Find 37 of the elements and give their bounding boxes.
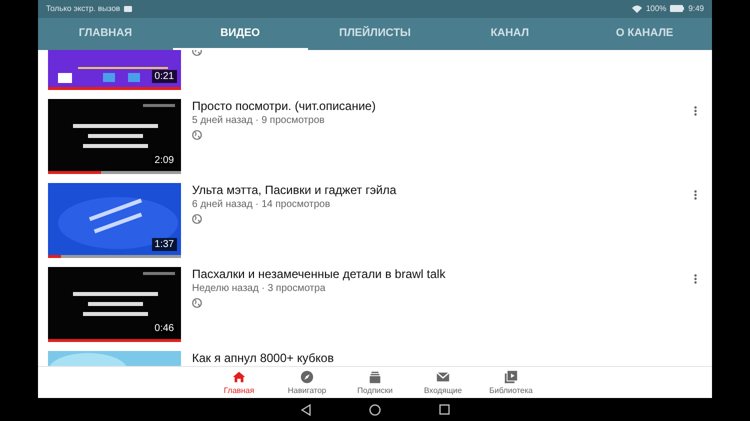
video-title[interactable]: Просто посмотри. (чит.описание) bbox=[192, 98, 376, 113]
nav-item[interactable]: Подписки bbox=[343, 367, 407, 398]
tab[interactable]: ПЛЕЙЛИСТЫ bbox=[308, 18, 442, 50]
nav-item[interactable]: Главная bbox=[207, 367, 271, 398]
battery-icon bbox=[670, 5, 684, 12]
carrier-text: Только экстр. вызов bbox=[46, 4, 120, 14]
library-icon bbox=[504, 370, 518, 384]
more-icon[interactable] bbox=[694, 106, 697, 116]
video-meta: 5 дней назад · 9 просмотров bbox=[192, 114, 325, 128]
tab[interactable]: ВИДЕО bbox=[172, 18, 308, 50]
video-meta: 6 дней назад · 14 просмотров bbox=[192, 198, 330, 212]
video-title[interactable]: Ульта мэтта, Пасивки и гаджет гэйла bbox=[192, 182, 396, 197]
nav-item[interactable]: Навигатор bbox=[275, 367, 339, 398]
globe-icon bbox=[192, 298, 202, 308]
nav-item[interactable]: Библиотека bbox=[479, 367, 543, 398]
subscriptions-icon bbox=[368, 370, 382, 384]
video-title[interactable]: Как я апнул 8000+ кубков bbox=[192, 350, 334, 365]
recents-icon[interactable] bbox=[438, 404, 450, 416]
nav-item[interactable]: Входящие bbox=[411, 367, 475, 398]
globe-icon bbox=[192, 214, 202, 224]
compass-icon bbox=[300, 370, 314, 384]
more-icon[interactable] bbox=[694, 274, 697, 284]
battery-percent: 100% bbox=[646, 4, 666, 14]
globe-icon bbox=[192, 130, 202, 140]
more-icon[interactable] bbox=[694, 190, 697, 200]
wifi-icon bbox=[632, 4, 642, 13]
tab[interactable]: О КАНАЛЕ bbox=[577, 18, 712, 50]
clock-time: 9:49 bbox=[688, 4, 704, 14]
home-icon bbox=[232, 370, 246, 384]
tab[interactable]: ГЛАВНАЯ bbox=[38, 18, 173, 50]
back-icon[interactable] bbox=[300, 404, 310, 416]
mail-icon bbox=[436, 370, 450, 384]
home-button-icon[interactable] bbox=[368, 404, 380, 416]
tab[interactable]: КАНАЛ bbox=[442, 18, 578, 50]
video-meta: Неделю назад · 3 просмотра bbox=[192, 282, 326, 296]
notification-icon bbox=[124, 6, 132, 12]
video-title[interactable]: Пасхалки и незамеченные детали в brawl talk bbox=[192, 266, 446, 281]
